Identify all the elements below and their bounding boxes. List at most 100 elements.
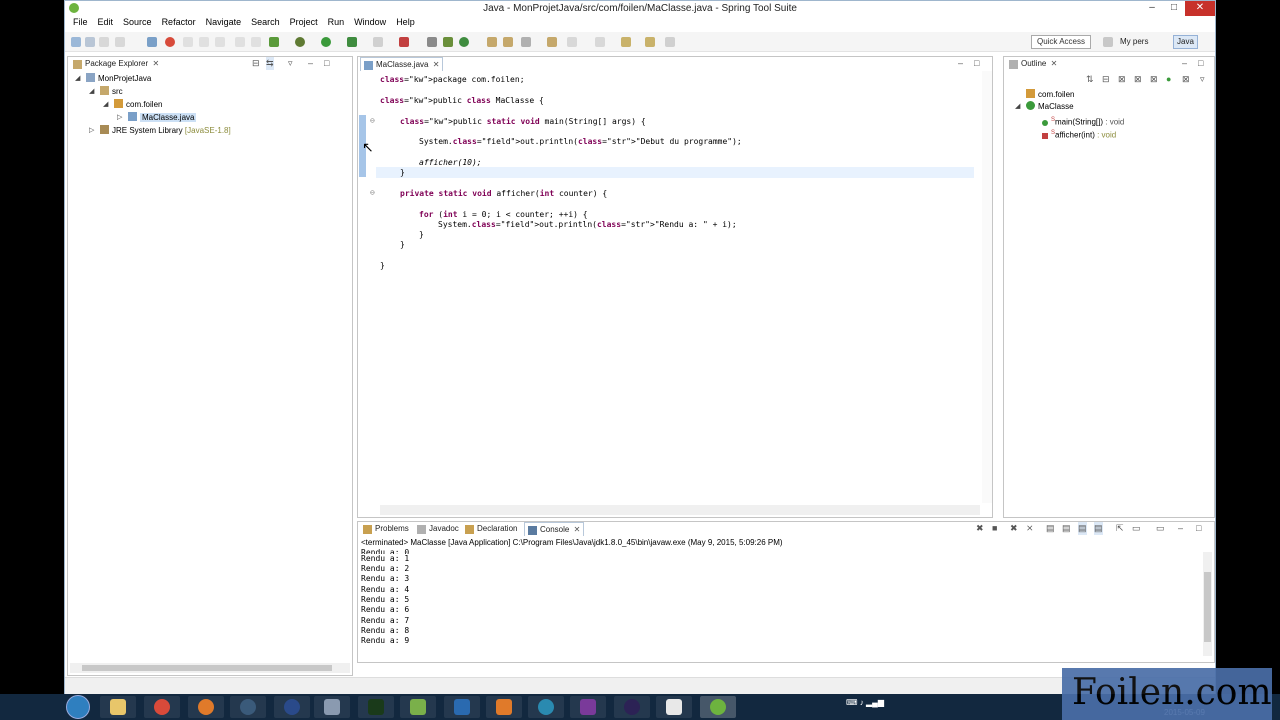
close-icon[interactable]: ✕	[152, 57, 159, 71]
history-icon[interactable]	[665, 37, 675, 47]
terminate-icon[interactable]: ✖	[976, 522, 984, 535]
outline-package[interactable]: com.foilen	[1026, 89, 1074, 101]
step-return-icon[interactable]	[215, 37, 225, 47]
tree-project[interactable]: ◢ MonProjetJava	[75, 73, 151, 85]
debug-icon[interactable]	[295, 37, 305, 47]
minimize-view-icon[interactable]: –	[308, 57, 313, 70]
tab-package-explorer[interactable]: Package Explorer ✕	[70, 57, 162, 71]
view-menu-icon[interactable]: ▿	[288, 57, 293, 70]
open-perspective-icon[interactable]	[1103, 37, 1113, 47]
taskbar-ccleaner[interactable]	[656, 696, 692, 718]
new-class-icon[interactable]	[459, 37, 469, 47]
minimize-view-icon[interactable]: –	[1178, 522, 1183, 535]
start-button[interactable]	[66, 695, 90, 719]
taskbar-explorer[interactable]	[100, 696, 136, 718]
external-tools-icon[interactable]	[373, 37, 383, 47]
minimize-button[interactable]: –	[1141, 1, 1163, 16]
maximize-view-icon[interactable]: □	[324, 57, 329, 70]
stop-icon[interactable]: ■	[992, 522, 997, 535]
tab-declaration[interactable]: Declaration	[462, 522, 531, 536]
outline-method-main[interactable]: Smain(String[]) : void	[1042, 114, 1124, 127]
taskbar-app[interactable]	[528, 696, 564, 718]
scrollbar-thumb[interactable]	[1204, 572, 1211, 642]
hide-static-icon[interactable]: ⊠	[1134, 73, 1142, 86]
expanded-arrow-icon[interactable]: ◢	[75, 73, 80, 85]
new-java-project-icon[interactable]	[427, 37, 437, 47]
quick-access-field[interactable]: Quick Access	[1031, 35, 1091, 49]
maximize-button[interactable]: □	[1163, 1, 1185, 16]
step-over-icon[interactable]	[199, 37, 209, 47]
tree-jre[interactable]: ▷ JRE System Library [JavaSE-1.8]	[89, 125, 231, 137]
focus-icon[interactable]: ⊠	[1182, 73, 1190, 86]
collapsed-arrow-icon[interactable]: ▷	[117, 112, 122, 124]
new-package-icon[interactable]	[443, 37, 453, 47]
menu-run[interactable]: Run	[323, 16, 350, 30]
taskbar-xampp[interactable]	[486, 696, 522, 718]
step-icon[interactable]	[183, 37, 193, 47]
network-icon[interactable]: ▂▄▆	[866, 698, 884, 707]
pin-console-icon[interactable]: ⇱	[1116, 522, 1124, 535]
expanded-arrow-icon[interactable]: ◢	[103, 99, 108, 111]
menu-help[interactable]: Help	[391, 16, 420, 30]
stop-icon[interactable]	[399, 37, 409, 47]
outline-method-afficher[interactable]: Safficher(int) : void	[1042, 127, 1116, 140]
tree-file[interactable]: ▷ MaClasse.java	[117, 112, 197, 124]
perspective-java[interactable]: Java	[1173, 35, 1198, 49]
open-task-icon[interactable]	[503, 37, 513, 47]
taskbar-onenote[interactable]	[570, 696, 606, 718]
show-on-output-icon[interactable]: ▤	[1078, 522, 1087, 535]
run-icon[interactable]	[321, 37, 331, 47]
close-icon[interactable]: ✕	[574, 523, 581, 537]
open-folder-icon[interactable]	[547, 37, 557, 47]
server-icon[interactable]	[269, 37, 279, 47]
expanded-arrow-icon[interactable]: ◢	[1015, 101, 1020, 113]
collapse-all-icon[interactable]: ⊟	[1102, 73, 1110, 86]
tab-console[interactable]: Console ✕	[524, 522, 585, 537]
hide-fields-icon[interactable]: ⊠	[1118, 73, 1126, 86]
vertical-scrollbar[interactable]	[1203, 552, 1212, 656]
show-on-error-icon[interactable]: ▤	[1094, 522, 1103, 535]
display-console-icon[interactable]: ▭	[1132, 522, 1141, 535]
use-step-filters-icon[interactable]	[251, 37, 261, 47]
fold-minus-icon[interactable]: ⊖	[370, 188, 375, 197]
drop-frame-icon[interactable]	[235, 37, 245, 47]
close-icon[interactable]: ✕	[433, 58, 440, 72]
taskbar-lock[interactable]	[274, 696, 310, 718]
menu-project[interactable]: Project	[285, 16, 323, 30]
tab-maclasse-java[interactable]: MaClasse.java ✕	[360, 57, 444, 72]
taskbar-chrome[interactable]	[144, 696, 180, 718]
save-all-icon[interactable]	[99, 37, 109, 47]
taskbar-tool[interactable]	[444, 696, 480, 718]
minimize-view-icon[interactable]: –	[1182, 57, 1187, 70]
menu-navigate[interactable]: Navigate	[201, 16, 247, 30]
skip-breakpoints-icon[interactable]	[165, 37, 175, 47]
toggle-breakpoint-icon[interactable]	[147, 37, 157, 47]
maximize-view-icon[interactable]: □	[1198, 57, 1203, 70]
taskbar-terminal[interactable]	[358, 696, 394, 718]
close-button[interactable]: ✕	[1185, 1, 1215, 16]
taskbar-spring-tool-suite[interactable]	[700, 696, 736, 718]
tab-outline[interactable]: Outline ✕	[1006, 57, 1060, 71]
clear-console-icon[interactable]: ▤	[1046, 522, 1055, 535]
close-icon[interactable]: ✕	[1051, 57, 1058, 71]
scroll-lock-icon[interactable]: ▤	[1062, 522, 1071, 535]
search-icon[interactable]	[521, 37, 531, 47]
hide-local-types-icon[interactable]: ●	[1166, 73, 1171, 86]
taskbar-steam[interactable]	[230, 696, 266, 718]
hide-non-public-icon[interactable]: ⊠	[1150, 73, 1158, 86]
taskbar-firefox[interactable]	[188, 696, 224, 718]
maximize-view-icon[interactable]: □	[1196, 522, 1201, 535]
annotation-next-icon[interactable]	[567, 37, 577, 47]
open-console-icon[interactable]: ▭	[1156, 522, 1165, 535]
remove-all-icon[interactable]: ⨯	[1026, 522, 1034, 535]
coverage-icon[interactable]	[347, 37, 357, 47]
horizontal-scrollbar[interactable]	[380, 505, 980, 515]
horizontal-scrollbar[interactable]	[70, 663, 350, 673]
annotation-prev-icon[interactable]	[595, 37, 605, 47]
menu-file[interactable]: File	[68, 16, 93, 30]
keyboard-icon[interactable]: ⌨	[846, 698, 858, 707]
taskbar-eclipse[interactable]	[614, 696, 650, 718]
scrollbar-thumb[interactable]	[82, 665, 332, 671]
code-editor[interactable]: class="kw">package com.foilen; class="kw…	[358, 71, 992, 503]
menu-refactor[interactable]: Refactor	[157, 16, 201, 30]
